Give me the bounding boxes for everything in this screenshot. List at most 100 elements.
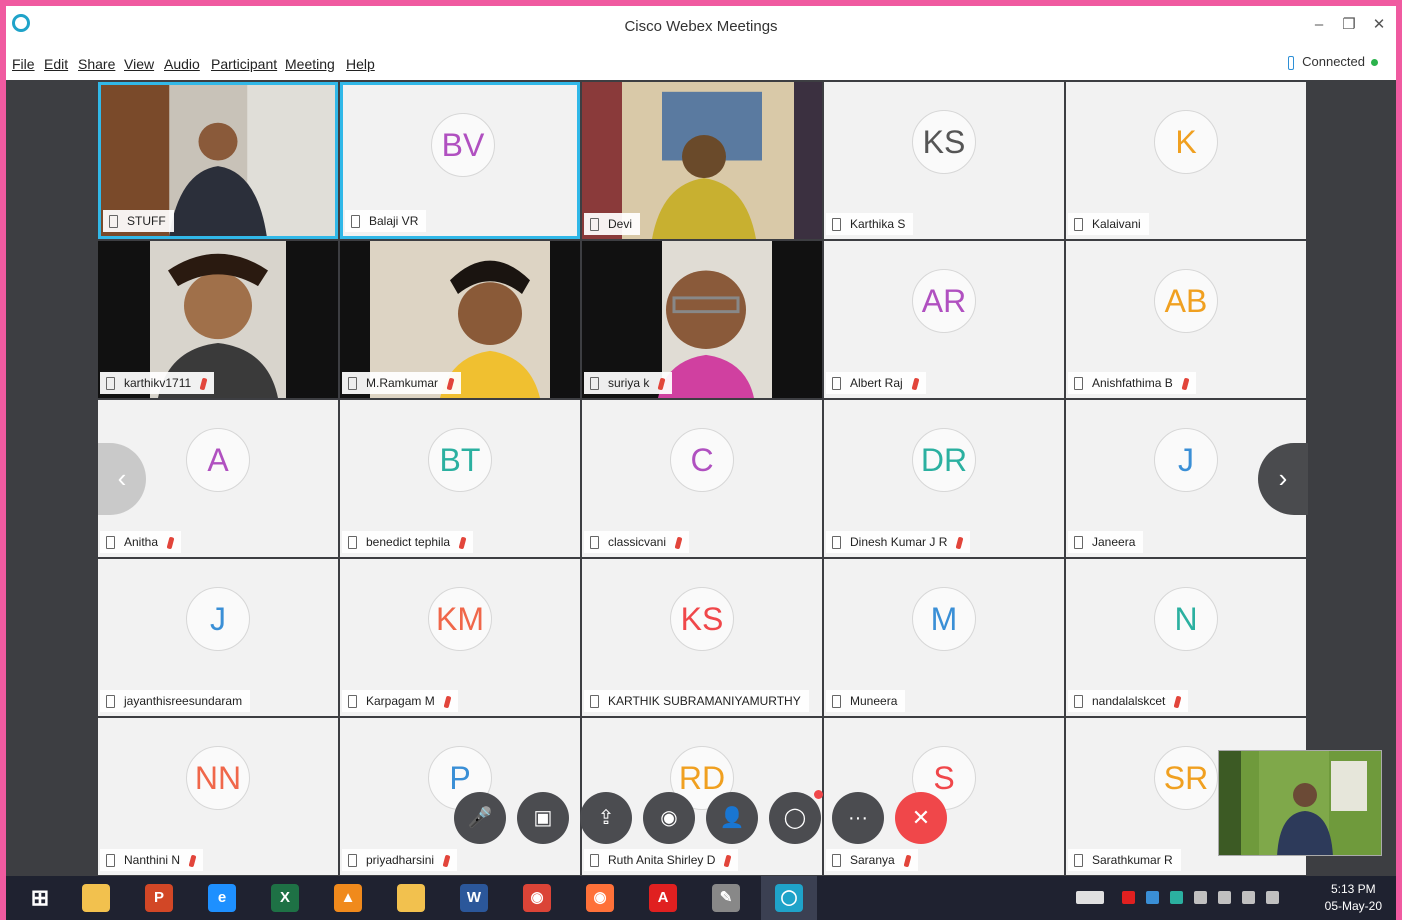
taskbar-excel[interactable]: X (257, 876, 313, 920)
participant-tile[interactable]: KS KARTHIK SUBRAMANIYAMURTHY (582, 559, 822, 716)
start-button[interactable]: ⊞ (12, 876, 68, 920)
minimize-button[interactable]: – (1306, 14, 1332, 36)
menu-meeting[interactable]: Meeting (285, 56, 335, 72)
participant-tile[interactable]: M.Ramkumar (340, 241, 580, 398)
participant-tile[interactable]: AB Anishfathima B (1066, 241, 1306, 398)
device-icon (348, 536, 357, 549)
device-icon (106, 695, 115, 708)
word-icon: W (460, 884, 488, 912)
network-tray-icon[interactable] (1170, 891, 1183, 904)
device-icon (1074, 218, 1083, 231)
menu-share[interactable]: Share (78, 56, 115, 72)
participant-tile[interactable]: AR Albert Raj (824, 241, 1064, 398)
taskbar-internet-explorer[interactable]: e (194, 876, 250, 920)
taskbar-firefox[interactable]: ◉ (572, 876, 628, 920)
window-title: Cisco Webex Meetings (624, 18, 778, 35)
muted-mic-icon (657, 377, 666, 391)
video-icon: ▣ (533, 807, 553, 829)
taskbar-folder[interactable] (383, 876, 439, 920)
participant-tile[interactable]: Cclassicvani (582, 400, 822, 557)
end-meeting-button[interactable]: ✕ (895, 792, 947, 844)
participant-name-label: Sarathkumar R (1068, 849, 1181, 871)
participant-name-label: Dinesh Kumar J R (826, 531, 971, 553)
taskbar-paint[interactable]: ✎ (698, 876, 754, 920)
taskbar-chrome[interactable]: ◉ (509, 876, 565, 920)
battery-icon[interactable] (1266, 891, 1279, 904)
close-button[interactable]: ✕ (1366, 14, 1392, 36)
participant-tile[interactable]: KM Karpagam M (340, 559, 580, 716)
participant-name-label: nandalalskcet (1068, 690, 1189, 712)
device-icon (1074, 536, 1083, 549)
video-button[interactable]: ▣ (517, 792, 569, 844)
participant-name-label: Anitha (100, 531, 182, 553)
menu-help[interactable]: Help (346, 56, 375, 72)
taskbar-powerpoint[interactable]: P (131, 876, 187, 920)
participant-tile[interactable]: STUFF (98, 82, 338, 239)
menu-edit[interactable]: Edit (44, 56, 68, 72)
device-icon (106, 536, 115, 549)
self-view-video[interactable] (1218, 750, 1382, 856)
participant-tile[interactable]: Nnandalalskcet (1066, 559, 1306, 716)
participant-avatar: K (1154, 110, 1218, 174)
participant-tile[interactable]: KS Karthika S (824, 82, 1064, 239)
participants-button[interactable]: 👤 (706, 792, 758, 844)
participant-name: KARTHIK SUBRAMANIYAMURTHY (608, 694, 801, 708)
participant-tile[interactable]: NN Nanthini N (98, 718, 338, 875)
participant-tile[interactable]: DR Dinesh Kumar J R (824, 400, 1064, 557)
menu-participant[interactable]: Participant (211, 56, 277, 72)
keyboard-icon[interactable] (1076, 891, 1104, 904)
share-button[interactable]: ⇪ (580, 792, 632, 844)
muted-mic-icon (911, 377, 920, 391)
participant-name-label: jayanthisreesundaram (100, 690, 251, 712)
participant-tile[interactable]: Devi (582, 82, 822, 239)
participant-name-label: Janeera (1068, 531, 1144, 553)
internet-explorer-icon: e (208, 884, 236, 912)
participant-name: Devi (608, 217, 633, 231)
excel-icon: X (271, 884, 299, 912)
security-tray-icon[interactable] (1146, 891, 1159, 904)
participant-tile[interactable]: K Kalaivani (1066, 82, 1306, 239)
windows-taskbar: ⊞ Pe X ▲ W ◉ ◉ A ✎ ◯ 5:13 PM 05-May-20 (6, 876, 1396, 920)
participant-tile[interactable]: M Muneera (824, 559, 1064, 716)
participant-tile[interactable]: karthikv1711 (98, 241, 338, 398)
muted-mic-icon (674, 536, 683, 550)
participant-name-label: Saranya (826, 849, 918, 871)
share-icon: ⇪ (597, 807, 615, 829)
flag-tray-icon[interactable] (1194, 891, 1207, 904)
chat-icon: ◯ (783, 807, 807, 829)
participant-name-label: KARTHIK SUBRAMANIYAMURTHY (584, 690, 809, 712)
participant-name: STUFF (127, 214, 166, 228)
system-clock[interactable]: 5:13 PM 05-May-20 (1325, 881, 1382, 915)
participant-name: Ruth Anita Shirley D (608, 853, 716, 867)
menu-file[interactable]: File (12, 56, 35, 72)
participant-tile[interactable]: Jjayanthisreesundaram (98, 559, 338, 716)
record-button[interactable]: ◉ (643, 792, 695, 844)
device-icon (832, 218, 841, 231)
muted-mic-icon (446, 377, 455, 391)
taskbar-webex[interactable]: ◯ (761, 876, 817, 920)
volume-icon[interactable] (1242, 891, 1255, 904)
taskbar-vlc[interactable]: ▲ (320, 876, 376, 920)
chat-button[interactable]: ◯ (769, 790, 823, 844)
participant-avatar: KM (428, 587, 492, 651)
title-bar: Cisco Webex Meetings – ❐ ✕ (6, 6, 1396, 48)
chevron-right-icon: › (1278, 463, 1288, 493)
connection-status: Connected (1288, 54, 1378, 70)
participant-avatar: SR (1154, 746, 1218, 810)
device-icon (106, 854, 115, 867)
restore-button[interactable]: ❐ (1336, 14, 1362, 36)
acrobat-tray-icon[interactable] (1122, 891, 1135, 904)
firefox-icon: ◉ (586, 884, 614, 912)
menu-audio[interactable]: Audio (164, 56, 200, 72)
participant-tile[interactable]: BV Balaji VR (340, 82, 580, 239)
taskbar-file-explorer[interactable] (68, 876, 124, 920)
participant-tile[interactable]: suriya k (582, 241, 822, 398)
signal-tray-icon[interactable] (1218, 891, 1231, 904)
mute-button[interactable]: 🎤 (454, 792, 506, 844)
participant-tile[interactable]: BT benedict tephila (340, 400, 580, 557)
taskbar-word[interactable]: W (446, 876, 502, 920)
participant-name: Albert Raj (850, 376, 903, 390)
more-button[interactable]: ··· (832, 792, 884, 844)
taskbar-acrobat[interactable]: A (635, 876, 691, 920)
menu-view[interactable]: View (124, 56, 154, 72)
